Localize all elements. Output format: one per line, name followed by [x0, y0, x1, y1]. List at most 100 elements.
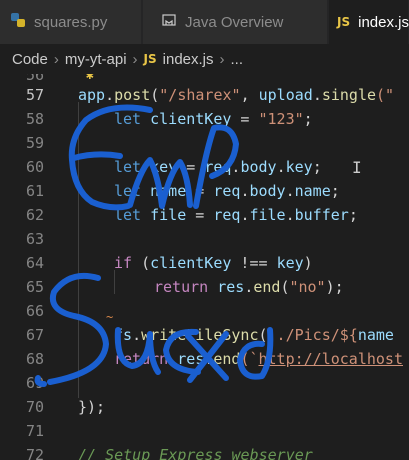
- code-token: (: [150, 86, 160, 104]
- code-token: upload: [258, 86, 313, 104]
- line-number: 58: [25, 110, 44, 128]
- breadcrumb-item-file[interactable]: index.js: [163, 51, 214, 68]
- code-token: let: [114, 206, 151, 224]
- line-number: 70: [25, 398, 44, 416]
- code-token: .: [105, 86, 115, 104]
- code-token: ;: [348, 206, 358, 224]
- code-token: .: [285, 206, 295, 224]
- code-line-61: let name = req.body.name;: [114, 182, 340, 200]
- tab-bar: squares.py Java Overview JS index.js: [0, 0, 409, 44]
- code-token: clientKey: [150, 110, 232, 128]
- code-token: file: [249, 206, 286, 224]
- code-token: key: [276, 254, 304, 272]
- line-number: 65: [25, 278, 44, 296]
- code-token: !==: [231, 254, 277, 272]
- chevron-right-icon: ›: [132, 50, 138, 68]
- code-token: ;: [312, 158, 322, 176]
- code-token: end: [213, 350, 241, 368]
- code-token: ;: [330, 182, 340, 200]
- code-token: key: [150, 158, 178, 176]
- code-token: (": [376, 86, 395, 104]
- code-token: );: [325, 278, 344, 296]
- code-token: clientKey: [150, 254, 232, 272]
- code-token: (: [141, 254, 151, 272]
- tab-index-js[interactable]: JS index.js: [329, 0, 409, 44]
- code-line-64: if (clientKey !== key): [114, 254, 313, 272]
- code-token: post: [114, 86, 151, 104]
- code-token: "/sharex": [159, 86, 241, 104]
- code-token: http://localhost: [258, 350, 404, 368]
- line-number: 67: [25, 326, 44, 344]
- code-line-67: fs.writeFileSync(`./Pics/${name: [114, 326, 394, 344]
- code-token: body: [249, 182, 286, 200]
- code-token: "123": [258, 110, 304, 128]
- code-token: end: [253, 278, 281, 296]
- code-token: =: [231, 110, 259, 128]
- code-token: key: [285, 158, 313, 176]
- code-token: name: [294, 182, 331, 200]
- code-token: res: [217, 278, 245, 296]
- code-token: fs: [114, 326, 133, 344]
- code-token: return: [114, 350, 178, 368]
- code-token: .: [132, 326, 142, 344]
- code-token: writeFileSync: [141, 326, 259, 344]
- java-icon: [161, 12, 177, 32]
- line-number: 69: [25, 374, 44, 392]
- tab-label: index.js: [358, 13, 409, 31]
- line-number: 64: [25, 254, 44, 272]
- line-number: 61: [25, 182, 44, 200]
- line-number: 68: [25, 350, 44, 368]
- breadcrumb: Code › my-yt-api › JS index.js › ...: [0, 44, 409, 74]
- code-token: app: [78, 86, 106, 104]
- code-token: let: [114, 158, 151, 176]
- tab-label: squares.py: [34, 13, 108, 31]
- python-icon: [10, 12, 26, 32]
- code-token: =: [186, 206, 214, 224]
- code-token: `./Pics/${: [267, 326, 358, 344]
- code-line-60: let key = req.body.key;: [114, 158, 322, 176]
- code-token: name: [150, 182, 187, 200]
- code-token: let: [114, 110, 151, 128]
- tab-squares-py[interactable]: squares.py: [0, 0, 142, 44]
- code-token: });: [78, 398, 106, 416]
- js-icon: JS: [337, 15, 351, 29]
- code-token: ): [303, 254, 313, 272]
- code-token: body: [240, 158, 277, 176]
- breadcrumb-ellipsis[interactable]: ...: [231, 51, 244, 68]
- code-token: req: [204, 158, 232, 176]
- code-line-70: });: [78, 398, 105, 416]
- code-token: name: [357, 326, 394, 344]
- code-token: .: [244, 278, 254, 296]
- line-number: 72: [25, 446, 44, 460]
- tab-java-overview[interactable]: Java Overview: [143, 0, 328, 44]
- code-token: ;: [303, 110, 313, 128]
- squiggle-marker-icon: ~: [106, 310, 114, 324]
- code-token: ,: [240, 86, 259, 104]
- js-icon: JS: [143, 52, 157, 66]
- code-token: .: [204, 350, 214, 368]
- chevron-right-icon: ›: [219, 50, 225, 68]
- code-token: =: [186, 182, 214, 200]
- code-line-68: return res.end(`http://localhost: [114, 350, 403, 368]
- breadcrumb-item-code[interactable]: Code: [12, 51, 48, 68]
- code-line-62: let file = req.file.buffer;: [114, 206, 358, 224]
- code-token: if: [114, 254, 142, 272]
- code-token: buffer: [294, 206, 349, 224]
- code-token: // Setup Express webserver: [78, 446, 313, 460]
- code-token: req: [213, 206, 241, 224]
- code-token: .: [312, 86, 322, 104]
- chevron-right-icon: ›: [53, 50, 59, 68]
- breadcrumb-item-my-yt-api[interactable]: my-yt-api: [65, 51, 127, 68]
- code-line-65: return res.end("no");: [154, 278, 344, 296]
- code-token: "no": [289, 278, 326, 296]
- code-token: req: [213, 182, 241, 200]
- line-number: 56: [25, 74, 44, 84]
- code-token: single: [321, 86, 377, 104]
- line-number: 59: [25, 134, 44, 152]
- code-token: .: [276, 158, 286, 176]
- indent-guide: [114, 270, 115, 294]
- lightbulb-icon[interactable]: ✱: [86, 74, 94, 83]
- line-number: 63: [25, 230, 44, 248]
- line-number: 57: [25, 86, 44, 104]
- code-editor[interactable]: ✱ 56 57 58 59 60 61 62 63 64 65 66 67 68…: [0, 74, 409, 460]
